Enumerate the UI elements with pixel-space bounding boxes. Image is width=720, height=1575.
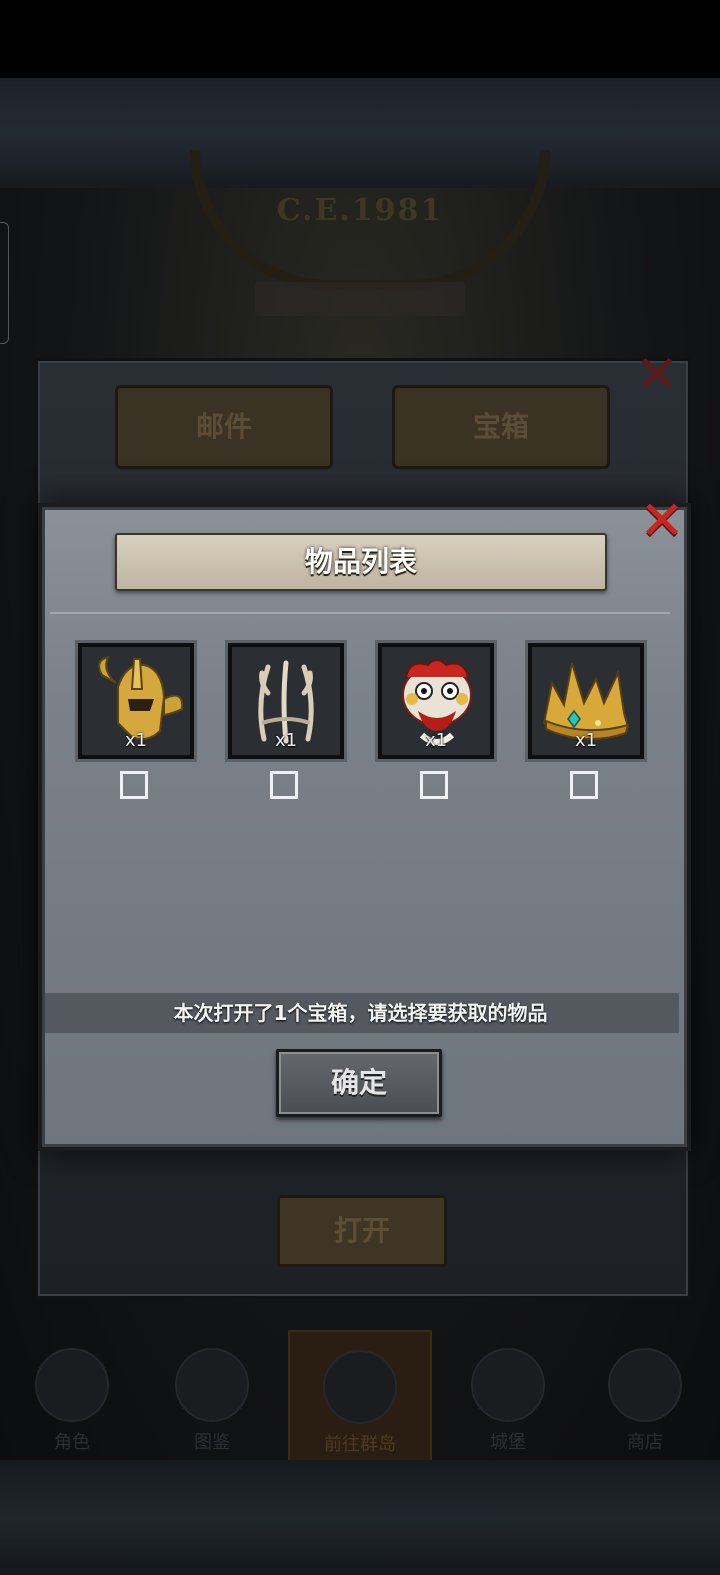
item-count: x1 bbox=[574, 730, 598, 751]
open-chest-button[interactable]: 打开 bbox=[277, 1195, 447, 1267]
character-icon bbox=[35, 1348, 109, 1422]
nav-label: 图鉴 bbox=[194, 1432, 230, 1453]
status-bar bbox=[0, 0, 720, 78]
item-frame: x1 bbox=[378, 643, 494, 759]
bottom-nav: 角色 图鉴 前往群岛 城堡 商店 bbox=[0, 1330, 720, 1464]
nav-item-character[interactable]: 角色 bbox=[12, 1330, 132, 1460]
item-count: x1 bbox=[424, 730, 448, 751]
nav-item-codex[interactable]: 图鉴 bbox=[152, 1330, 272, 1460]
item-slot[interactable]: x1 bbox=[378, 643, 494, 759]
nav-label: 前往群岛 bbox=[324, 1434, 396, 1455]
side-tab[interactable] bbox=[0, 222, 9, 344]
tab-mail[interactable]: 邮件 bbox=[115, 385, 333, 469]
modal-title: 物品列表 bbox=[115, 533, 607, 591]
item-count: x1 bbox=[124, 730, 148, 751]
item-frame: x1 bbox=[228, 643, 344, 759]
item-frame: x1 bbox=[528, 643, 644, 759]
background-title-plate bbox=[255, 282, 465, 316]
castle-icon bbox=[471, 1348, 545, 1422]
nav-label: 城堡 bbox=[490, 1432, 526, 1453]
item-slot[interactable]: x1 bbox=[78, 643, 194, 759]
tab-chest[interactable]: 宝箱 bbox=[392, 385, 610, 469]
confirm-button[interactable]: 确定 bbox=[276, 1049, 442, 1117]
nav-label: 角色 bbox=[54, 1432, 90, 1453]
item-count: x1 bbox=[274, 730, 298, 751]
item-slot[interactable]: x1 bbox=[228, 643, 344, 759]
nav-label: 商店 bbox=[627, 1432, 663, 1453]
divider bbox=[50, 612, 670, 614]
item-checkbox[interactable] bbox=[120, 771, 148, 799]
nav-item-shop[interactable]: 商店 bbox=[585, 1330, 705, 1460]
nav-item-castle[interactable]: 城堡 bbox=[448, 1330, 568, 1460]
close-icon[interactable]: ✕ bbox=[636, 494, 688, 548]
codex-icon bbox=[175, 1348, 249, 1422]
mail-panel-close-icon[interactable]: ✕ bbox=[632, 349, 682, 401]
islands-icon bbox=[323, 1350, 397, 1424]
item-checkbox[interactable] bbox=[570, 771, 598, 799]
shop-icon bbox=[608, 1348, 682, 1422]
item-slot[interactable]: x1 bbox=[528, 643, 644, 759]
bottom-frame bbox=[0, 1460, 720, 1575]
nav-item-islands[interactable]: 前往群岛 bbox=[288, 1330, 432, 1464]
item-frame: x1 bbox=[78, 643, 194, 759]
item-checkbox[interactable] bbox=[420, 771, 448, 799]
selection-hint: 本次打开了1个宝箱，请选择要获取的物品 bbox=[42, 993, 679, 1033]
emblem-text: C.E.1981 bbox=[276, 193, 444, 228]
item-checkbox[interactable] bbox=[270, 771, 298, 799]
